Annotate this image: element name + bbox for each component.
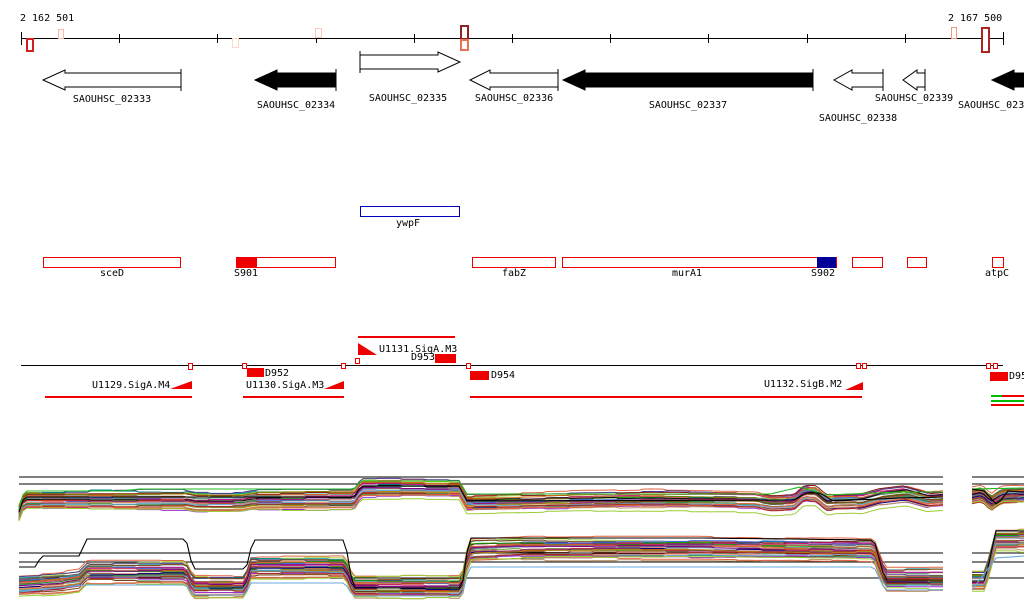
transcript-label: fabZ (501, 268, 527, 279)
transcript-label: S902 (810, 268, 836, 279)
ruler-tick (1003, 32, 1004, 45)
transcript-box[interactable] (43, 257, 181, 268)
gene-arrow[interactable] (253, 69, 337, 91)
tss-anchor-box (188, 363, 193, 370)
transcript-box[interactable] (562, 257, 837, 268)
reverse-strand-expression (18, 528, 1024, 600)
gene-arrow[interactable] (359, 51, 462, 73)
tss-span-line (991, 400, 1024, 402)
ruler-tick (414, 34, 415, 43)
gene-arrow[interactable] (902, 69, 926, 91)
transcript-box[interactable] (907, 257, 927, 268)
tss-anchor-box (862, 363, 867, 369)
expression-curve (18, 494, 1024, 520)
tss-anchor-box (986, 363, 991, 369)
rna-end-box[interactable] (470, 371, 489, 380)
rna-end-box[interactable] (247, 368, 264, 377)
transcript-box[interactable] (852, 257, 883, 268)
tss-anchor-box (856, 363, 861, 369)
tss-flag[interactable] (358, 343, 377, 355)
ruler-marker[interactable] (460, 39, 469, 51)
transcript-box[interactable] (360, 206, 460, 217)
tss-span-line (991, 404, 1024, 406)
tss-anchor-box (355, 358, 360, 364)
tss-label: D955 (1009, 371, 1024, 382)
tss-span-line (243, 396, 344, 398)
transcript-label: ywpF (395, 218, 421, 229)
transcript-solid-segment (236, 257, 257, 268)
ruler-start-coordinate: 2 162 501 (20, 13, 75, 24)
tss-span-line (470, 396, 862, 398)
ruler-tick (512, 34, 513, 43)
ruler-tick (807, 34, 808, 43)
gene-label: SAOUHSC_02339 (874, 93, 954, 104)
tss-label: D954 (491, 370, 516, 381)
tss-flag[interactable] (170, 381, 192, 389)
ruler-marker[interactable] (981, 27, 990, 53)
ruler-tick (21, 32, 22, 45)
ruler-marker[interactable] (951, 27, 957, 39)
gene-label: SAOUHSC_02340 (958, 100, 1024, 111)
ruler-tick (217, 34, 218, 43)
tss-flag[interactable] (845, 382, 863, 390)
tss-label: D953 (411, 352, 436, 363)
tss-span-line (358, 336, 455, 338)
rna-end-box[interactable] (435, 354, 456, 363)
ruler-end-coordinate: 2 167 500 (948, 13, 1003, 24)
tss-span-line (991, 395, 1002, 397)
gene-label: SAOUHSC_02334 (256, 100, 336, 111)
gene-label: SAOUHSC_02335 (368, 93, 448, 104)
transcript-label: murA1 (671, 268, 703, 279)
gene-arrow[interactable] (468, 69, 559, 91)
tss-anchor-box (341, 363, 346, 369)
gene-label: SAOUHSC_02337 (648, 100, 728, 111)
tss-span-line (1002, 395, 1024, 397)
ruler-tick (905, 34, 906, 43)
ruler-marker[interactable] (26, 38, 34, 52)
ruler-tick (610, 34, 611, 43)
genome-browser-view: 2 162 501 2 167 500 SAOUHSC_02333 SAOUHSC… (0, 0, 1024, 611)
transcript-box[interactable] (992, 257, 1004, 268)
transcript-box[interactable] (817, 257, 836, 268)
ruler-marker[interactable] (58, 29, 64, 39)
tss-label: D952 (265, 368, 290, 379)
tss-span-line (45, 396, 192, 398)
ruler-marker[interactable] (315, 28, 322, 38)
gene-arrow[interactable] (832, 69, 884, 91)
tss-flag[interactable] (324, 381, 344, 389)
rna-end-box[interactable] (990, 372, 1008, 381)
gene-arrow[interactable] (990, 69, 1024, 91)
ruler-tick (119, 34, 120, 43)
gene-arrow[interactable] (561, 69, 814, 91)
tss-label: U1130.SigA.M3 (246, 380, 325, 391)
transcript-label: sceD (99, 268, 125, 279)
ruler-tick (708, 34, 709, 43)
gene-arrow[interactable] (41, 69, 182, 91)
tss-label: U1132.SigB.M2 (764, 379, 843, 390)
forward-strand-expression (18, 476, 1024, 522)
transcript-box[interactable] (472, 257, 556, 268)
tss-anchor-box (242, 363, 247, 369)
gene-label: SAOUHSC_02338 (818, 113, 898, 124)
tss-anchor-box (993, 363, 998, 369)
ruler-marker[interactable] (460, 25, 469, 40)
transcript-label: atpC (984, 268, 1010, 279)
gene-track (41, 51, 1024, 91)
gene-label: SAOUHSC_02336 (474, 93, 554, 104)
tss-label: U1129.SigA.M4 (92, 380, 171, 391)
browser-graphics (18, 51, 1024, 600)
gene-label: SAOUHSC_02333 (72, 94, 152, 105)
transcript-label: S901 (234, 268, 259, 279)
tss-anchor-box (466, 363, 471, 369)
ruler-marker[interactable] (232, 38, 239, 48)
